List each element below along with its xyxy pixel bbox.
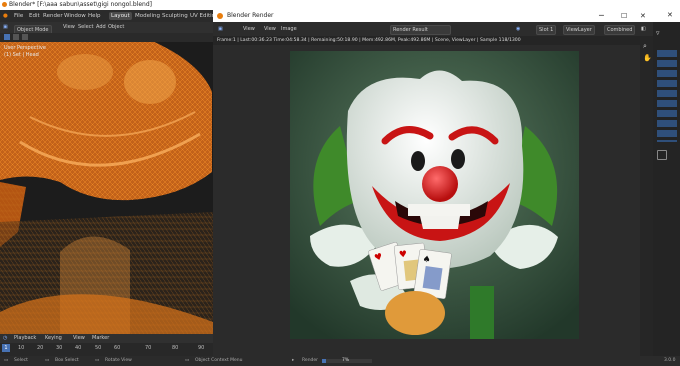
window-title: Blender* [F:\aaa sabun\asset\gigi nongol… — [9, 1, 152, 8]
tick-label: 30 — [56, 345, 63, 351]
pass-select[interactable]: Combined — [604, 25, 636, 35]
menu-window[interactable]: Window — [64, 10, 86, 22]
menu-view-2[interactable]: View — [264, 22, 276, 36]
visibility-toggles[interactable] — [657, 50, 677, 142]
viewport-overlay-label: User Perspective (1) Set | Head — [4, 45, 46, 59]
menu-view[interactable]: View — [63, 22, 75, 33]
render-stats-bar: Frame:1 | Last:00:36.23 Time:04:58.34 | … — [213, 36, 653, 45]
timeline[interactable]: ◷ Playback Keying View Marker 1 10 20 30… — [0, 334, 213, 356]
channels-icon[interactable]: ◧ — [641, 22, 646, 36]
transform-tool-icon[interactable] — [13, 34, 19, 40]
view-layer-select[interactable]: ViewLayer — [563, 25, 595, 35]
tick-label: 40 — [75, 345, 82, 351]
tick-label: 80 — [172, 345, 179, 351]
wireframe-scene — [0, 22, 213, 334]
editor-type-icon[interactable]: ▣ — [3, 22, 8, 33]
snap-tool-icon[interactable] — [22, 34, 28, 40]
tab-modeling[interactable]: Modeling — [133, 12, 162, 20]
render-window-title: Blender Render — [227, 12, 274, 19]
close-icon[interactable]: ✕ — [667, 11, 673, 19]
3d-viewport[interactable]: ▣ Object Mode View Select Add Object Use… — [0, 22, 213, 334]
menu-playback[interactable]: Playback — [14, 334, 36, 343]
blender-logo-icon — [217, 13, 223, 19]
mouse-drag-icon: ▭ — [45, 358, 50, 363]
menu-image[interactable]: Image — [281, 22, 297, 36]
blender-logo-icon — [2, 2, 7, 7]
current-frame-indicator[interactable]: 1 — [2, 344, 10, 352]
status-rotate: Rotate View — [105, 358, 132, 363]
tab-layout[interactable]: Layout — [109, 12, 132, 20]
status-context-menu: Object Context Menu — [195, 358, 243, 363]
render-result-image: ♥ ♥ ♠ — [290, 51, 579, 339]
progress-icon: ▸ — [292, 358, 295, 363]
main-title-bar: Blender* [F:\aaa sabun\asset\gigi nongol… — [0, 0, 680, 10]
menu-timeline-view[interactable]: View — [73, 334, 85, 343]
outliner-strip[interactable]: ✕ ▿ — [653, 10, 680, 356]
mouse-left-icon: ▭ — [4, 358, 9, 363]
status-bar: ▭ Select ▭ Box Select ▭ Rotate View ▭ Ob… — [0, 356, 680, 366]
viewport-toolbar — [0, 33, 213, 42]
slot-select[interactable]: Slot 1 — [536, 25, 557, 35]
clock-icon[interactable]: ◷ — [3, 334, 7, 343]
menu-object[interactable]: Object — [108, 22, 124, 33]
tick-label: 50 — [95, 345, 102, 351]
blender-menu-icon[interactable]: ● — [3, 10, 8, 22]
svg-text:♠: ♠ — [422, 255, 431, 266]
filter-icon[interactable]: ▿ — [656, 28, 660, 39]
menu-view[interactable]: View — [243, 22, 255, 36]
render-window-titlebar: Blender Render ─ ☐ ✕ — [213, 10, 653, 22]
tick-label: 60 — [114, 345, 121, 351]
mouse-middle-icon: ▭ — [95, 358, 100, 363]
viewport-header: ▣ Object Mode View Select Add Object — [0, 22, 213, 35]
image-editor-header: ▣ View View Image Render Result ◉ Slot 1… — [213, 22, 653, 36]
outliner-eye-icons: ▿ — [656, 28, 660, 39]
maximize-icon[interactable]: ☐ — [621, 10, 627, 22]
menu-add[interactable]: Add — [96, 22, 106, 33]
minimize-icon[interactable]: ─ — [599, 10, 604, 22]
select-tool-icon[interactable] — [4, 34, 10, 40]
status-box-select: Box Select — [55, 358, 79, 363]
tick-label: 10 — [18, 345, 25, 351]
menu-help[interactable]: Help — [88, 10, 101, 22]
window-controls: ✕ — [653, 10, 680, 22]
render-canvas[interactable]: ♥ ♥ ♠ — [213, 45, 653, 356]
menu-file[interactable]: File — [14, 10, 23, 22]
timeline-header: ◷ Playback Keying View Marker — [0, 334, 213, 343]
render-progress-label: Render — [302, 358, 319, 363]
menu-render[interactable]: Render — [43, 10, 63, 22]
svg-text:♥: ♥ — [399, 250, 408, 261]
perspective-label: User Perspective — [4, 45, 46, 51]
menu-edit[interactable]: Edit — [29, 10, 40, 22]
mouse-right-icon: ▭ — [185, 358, 190, 363]
close-icon[interactable]: ✕ — [640, 10, 646, 22]
editor-type-icon[interactable]: ▣ — [218, 22, 223, 36]
menu-marker[interactable]: Marker — [92, 334, 109, 343]
active-object-label: (1) Set | Head — [4, 52, 39, 58]
blender-version: 3.0.0 — [664, 358, 676, 363]
tab-sculpting[interactable]: Sculpting — [160, 12, 190, 20]
render-side-tools: ⌕ ✋ — [640, 36, 653, 356]
status-select: Select — [14, 358, 28, 363]
tick-label: 20 — [37, 345, 44, 351]
zoom-icon[interactable]: ⌕ — [643, 42, 647, 51]
pan-hand-icon[interactable]: ✋ — [643, 54, 652, 62]
display-mode-icon[interactable]: ◉ — [516, 22, 520, 36]
menu-keying[interactable]: Keying — [45, 334, 62, 343]
render-progress-fill — [322, 359, 326, 363]
properties-icon[interactable] — [657, 150, 667, 160]
render-progress-percent: 7% — [342, 358, 350, 363]
image-select[interactable]: Render Result — [390, 25, 451, 35]
menu-select[interactable]: Select — [78, 22, 93, 33]
tick-label: 70 — [145, 345, 152, 351]
tick-label: 90 — [198, 345, 205, 351]
render-stats: Frame:1 | Last:00:36.23 Time:04:58.34 | … — [217, 38, 521, 43]
